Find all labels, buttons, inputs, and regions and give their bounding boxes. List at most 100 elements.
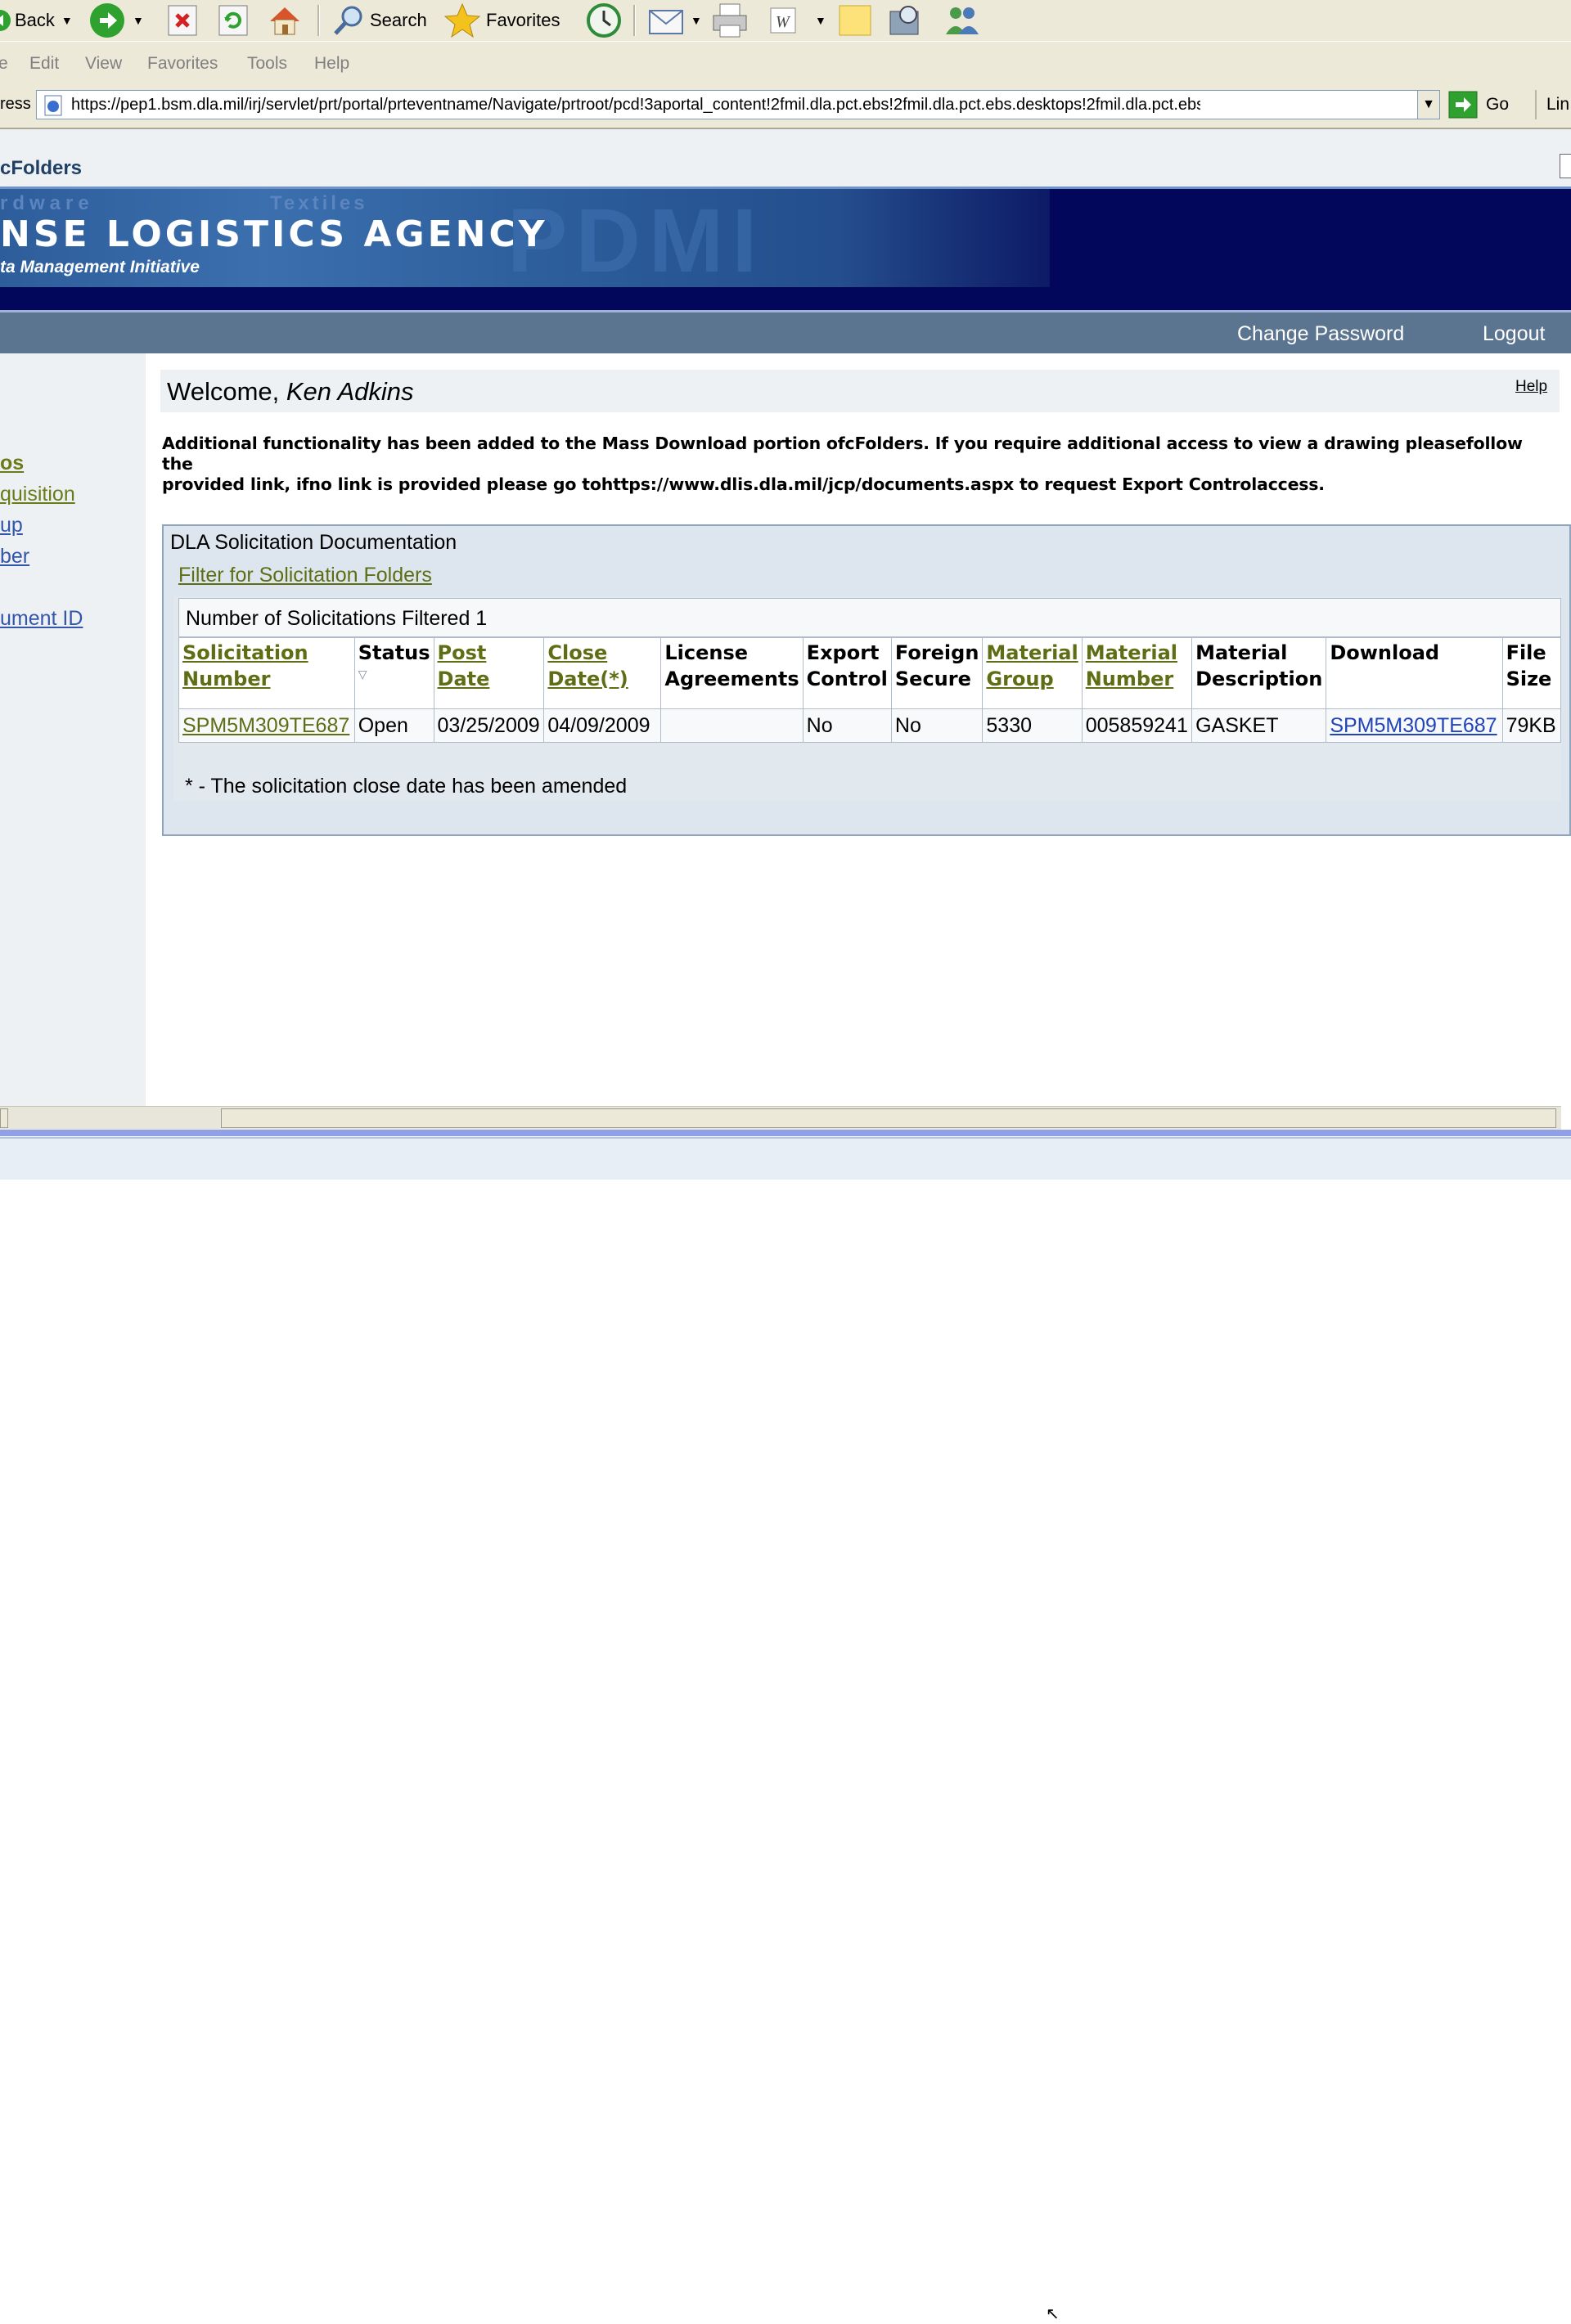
cell-solicitation-number[interactable]: SPM5M309TE687 xyxy=(178,708,355,743)
top-nav-bar: Change Password Logout xyxy=(0,312,1571,353)
print-button[interactable] xyxy=(710,3,749,38)
help-link[interactable]: Help xyxy=(1515,378,1547,396)
menu-view[interactable]: View xyxy=(85,54,122,74)
cell-license xyxy=(660,708,804,743)
col-foreign-secure: Foreign Secure xyxy=(890,637,984,709)
cell-close-date: 04/09/2009 xyxy=(543,708,662,743)
history-button[interactable] xyxy=(584,3,623,38)
col-solicitation-number[interactable]: Solicitation Number xyxy=(178,637,355,709)
sort-material-group[interactable]: Material Group xyxy=(986,641,1078,690)
cell-material-description: GASKET xyxy=(1191,708,1327,743)
sort-material-number[interactable]: Material Number xyxy=(1086,641,1177,690)
address-url: https://pep1.bsm.dla.mil/irj/servlet/prt… xyxy=(71,96,1200,114)
left-nav-item[interactable]: ber xyxy=(0,545,29,569)
refresh-button[interactable] xyxy=(218,3,249,38)
sort-post-date[interactable]: Post Date xyxy=(438,641,490,690)
notice-line-2: provided link, ifno link is provided ple… xyxy=(162,474,1325,494)
home-button[interactable] xyxy=(267,3,303,38)
menu-favorites[interactable]: Favorites xyxy=(147,54,218,74)
logout-link[interactable]: Logout xyxy=(1483,322,1545,346)
left-nav-item[interactable]: quisition xyxy=(0,483,75,506)
go-label: Go xyxy=(1486,95,1510,114)
favorites-button[interactable]: Favorites xyxy=(443,2,560,38)
cell-download[interactable]: SPM5M309TE687 xyxy=(1326,708,1503,743)
left-nav-item[interactable]: ument ID xyxy=(0,607,83,631)
stop-icon xyxy=(168,5,197,36)
frame-border xyxy=(0,1130,1571,1136)
horizontal-scrollbar[interactable] xyxy=(0,1106,1561,1131)
welcome-message: Welcome, Ken Adkins xyxy=(167,377,414,407)
chevron-down-icon[interactable]: ▼ xyxy=(815,14,826,27)
banner-subtitle-left: rdware xyxy=(0,192,94,214)
messenger-icon xyxy=(946,7,979,34)
cell-foreign-secure: No xyxy=(890,708,984,743)
address-input[interactable]: https://pep1.bsm.dla.mil/irj/servlet/prt… xyxy=(36,90,1440,119)
mail-button[interactable]: ▼ xyxy=(648,3,702,38)
search-button[interactable]: Search xyxy=(332,3,427,38)
stop-button[interactable] xyxy=(167,3,198,38)
scroll-thumb[interactable] xyxy=(221,1108,1556,1128)
col-material-group[interactable]: Material Group xyxy=(982,637,1083,709)
search-icon xyxy=(334,6,362,35)
address-bar: ress https://pep1.bsm.dla.mil/irj/servle… xyxy=(0,85,1571,129)
left-nav-item[interactable]: os xyxy=(0,452,24,475)
user-name: Ken Adkins xyxy=(286,377,414,406)
chevron-down-icon[interactable]: ▼ xyxy=(61,14,73,27)
forward-button[interactable]: ▼ xyxy=(88,3,144,38)
download-link[interactable]: SPM5M309TE687 xyxy=(1330,714,1497,737)
messenger-button[interactable] xyxy=(943,3,982,38)
forward-icon xyxy=(90,3,124,38)
discuss-button[interactable] xyxy=(838,3,872,38)
go-button[interactable]: Go xyxy=(1448,90,1509,119)
back-button[interactable]: Back ▼ xyxy=(0,3,73,38)
menu-file[interactable]: e xyxy=(0,54,8,74)
address-dropdown[interactable]: ▼ xyxy=(1417,91,1439,119)
home-icon xyxy=(270,7,299,35)
panel-title: DLA Solicitation Documentation xyxy=(170,531,457,554)
left-nav-item[interactable]: up xyxy=(0,514,23,537)
back-icon xyxy=(0,10,11,31)
banner-image: rdware Textiles PDMI NSE LOGISTICS AGENC… xyxy=(0,189,1050,291)
toolbar-separator xyxy=(1535,90,1537,119)
left-navigation: os quisition up ber ument ID xyxy=(0,353,146,1106)
svg-text:W: W xyxy=(776,13,791,31)
cell-status: Open xyxy=(353,708,434,743)
sort-close-date[interactable]: Close Date(*) xyxy=(547,641,628,690)
go-arrow-icon xyxy=(1448,91,1478,119)
menu-bar: e Edit View Favorites Tools Help xyxy=(0,41,1571,87)
back-label: Back xyxy=(15,10,55,30)
mouse-cursor-icon: ↖ xyxy=(1046,2305,1060,2323)
browser-toolbar: Back ▼ ▼ Search Favorites ▼ W ▼ xyxy=(0,0,1571,41)
cell-material-number: 005859241 xyxy=(1081,708,1193,743)
menu-edit[interactable]: Edit xyxy=(29,54,59,74)
chevron-down-icon[interactable]: ▼ xyxy=(691,14,702,27)
favorites-label: Favorites xyxy=(486,10,560,30)
col-status: Status ▽ xyxy=(353,637,434,709)
filter-solicitation-link[interactable]: Filter for Solicitation Folders xyxy=(178,564,432,587)
col-post-date[interactable]: Post Date xyxy=(433,637,545,709)
col-material-number[interactable]: Material Number xyxy=(1081,637,1193,709)
address-label: ress xyxy=(0,95,31,113)
portal-menu-icon[interactable] xyxy=(1560,154,1571,178)
cell-file-size: 79KB xyxy=(1501,708,1562,743)
sort-down-icon[interactable]: ▽ xyxy=(358,669,430,681)
col-close-date[interactable]: Close Date(*) xyxy=(543,637,662,709)
menu-help[interactable]: Help xyxy=(314,54,349,74)
research-button[interactable] xyxy=(887,3,923,38)
menu-tools[interactable]: Tools xyxy=(247,54,287,74)
table-row: SPM5M309TE687 Open 03/25/2009 04/09/2009… xyxy=(178,708,1562,743)
edit-button[interactable]: W ▼ xyxy=(769,3,826,38)
portal-title-bar: cFolders xyxy=(0,129,1571,187)
solicitation-panel: DLA Solicitation Documentation Filter fo… xyxy=(162,524,1571,836)
toolbar-separator xyxy=(317,5,320,36)
toolbar-separator xyxy=(633,5,636,36)
sort-solicitation-number[interactable]: Solicitation Number xyxy=(182,641,308,690)
chevron-down-icon[interactable]: ▼ xyxy=(133,14,144,27)
links-label[interactable]: Lin xyxy=(1546,95,1569,115)
scroll-left-button[interactable] xyxy=(0,1108,8,1128)
refresh-icon xyxy=(218,5,248,36)
change-password-link[interactable]: Change Password xyxy=(1237,322,1404,346)
results-container: Number of Solicitations Filtered 1 Solic… xyxy=(173,596,1562,801)
agency-banner: rdware Textiles PDMI NSE LOGISTICS AGENC… xyxy=(0,187,1571,312)
solicitation-number-link[interactable]: SPM5M309TE687 xyxy=(182,714,349,737)
